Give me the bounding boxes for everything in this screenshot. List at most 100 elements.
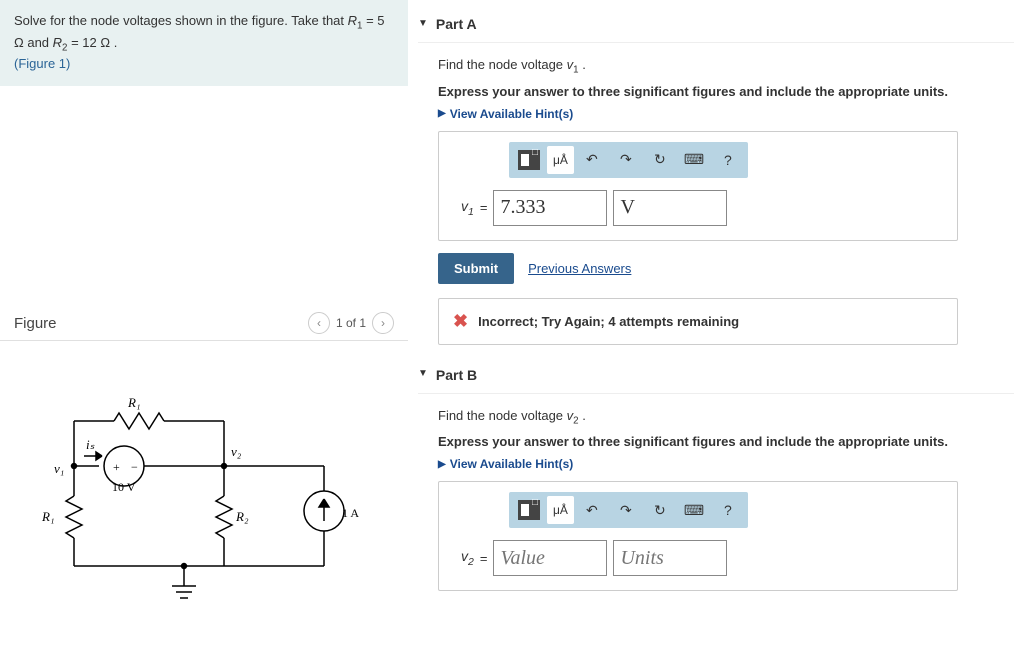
part-b-block: ▼ Part B Find the node voltage v2 . Expr… xyxy=(418,361,1014,592)
keyboard-button[interactable]: ⌨ xyxy=(678,146,710,174)
units-button[interactable]: μÅ xyxy=(547,146,574,174)
undo-button[interactable]: ↶ xyxy=(576,496,608,524)
keyboard-button[interactable]: ⌨ xyxy=(678,496,710,524)
expand-icon: ▶ xyxy=(438,459,446,470)
r2-value: = 12 Ω xyxy=(67,35,110,50)
figure-title: Figure xyxy=(14,315,57,332)
part-a-header[interactable]: ▼ Part A xyxy=(418,10,1014,43)
part-a-hints-link[interactable]: ▶ View Available Hint(s) xyxy=(438,107,1014,121)
part-a-instruction: Express your answer to three significant… xyxy=(438,84,1014,99)
equals-sign: = xyxy=(480,551,488,566)
ans-var-letter: v xyxy=(461,198,468,214)
hints-label: View Available Hint(s) xyxy=(450,457,574,471)
label-is: iₛ xyxy=(86,437,95,452)
previous-answers-link[interactable]: Previous Answers xyxy=(528,261,631,276)
units-input[interactable] xyxy=(613,540,727,576)
prompt-post: . xyxy=(579,408,586,423)
template-icon xyxy=(518,150,540,170)
units-input[interactable] xyxy=(613,190,727,226)
plus-sign: + xyxy=(113,460,120,474)
figure-pager: ‹ 1 of 1 › xyxy=(308,312,394,334)
part-b-body: Find the node voltage v2 . Express your … xyxy=(418,408,1014,592)
help-icon: ? xyxy=(724,152,732,168)
equals-sign: = xyxy=(480,200,488,215)
label-10v: 10 V xyxy=(112,480,136,494)
feedback-text: Incorrect; Try Again; 4 attempts remaini… xyxy=(478,314,739,329)
part-b-hints-link[interactable]: ▶ View Available Hint(s) xyxy=(438,457,1014,471)
r1-symbol: R xyxy=(348,13,357,28)
ans-var-letter: v xyxy=(461,548,468,564)
figure-header: Figure ‹ 1 of 1 › xyxy=(0,306,408,341)
ans-var: v1 xyxy=(461,198,474,218)
problem-statement: Solve for the node voltages shown in the… xyxy=(0,0,408,86)
collapse-icon: ▼ xyxy=(418,368,428,379)
undo-icon: ↶ xyxy=(586,151,598,168)
period: . xyxy=(110,35,117,50)
reset-button[interactable]: ↻ xyxy=(644,496,676,524)
and-text: and xyxy=(27,35,52,50)
part-a-prompt: Find the node voltage v1 . xyxy=(438,57,1014,76)
collapse-icon: ▼ xyxy=(418,18,428,29)
help-button[interactable]: ? xyxy=(712,496,744,524)
part-b-toolbar: μÅ ↶ ↷ ↻ ⌨ ? xyxy=(509,492,748,528)
ans-var-sub: 2 xyxy=(468,556,474,568)
label-v1: v₁ xyxy=(54,461,64,476)
r2-symbol: R xyxy=(53,35,62,50)
incorrect-icon: ✖ xyxy=(453,311,468,332)
prompt-post: . xyxy=(579,57,586,72)
hints-label: View Available Hint(s) xyxy=(450,107,574,121)
part-a-toolbar: μÅ ↶ ↷ ↻ ⌨ ? xyxy=(509,142,748,178)
redo-button[interactable]: ↷ xyxy=(610,146,642,174)
label-r2: R₂ xyxy=(235,509,249,524)
part-a-answer-row: v1 = xyxy=(461,190,945,226)
help-icon: ? xyxy=(724,502,732,518)
prompt-pre: Find the node voltage xyxy=(438,57,567,72)
units-button[interactable]: μÅ xyxy=(547,496,574,524)
part-a-submit-row: Submit Previous Answers xyxy=(438,253,1014,284)
part-b-prompt: Find the node voltage v2 . xyxy=(438,408,1014,427)
problem-text-pre: Solve for the node voltages shown in the… xyxy=(14,13,348,28)
part-b-header[interactable]: ▼ Part B xyxy=(418,361,1014,394)
units-label: μÅ xyxy=(553,503,568,517)
refresh-icon: ↻ xyxy=(654,502,666,519)
units-label: μÅ xyxy=(553,153,568,167)
submit-button[interactable]: Submit xyxy=(438,253,514,284)
expand-icon: ▶ xyxy=(438,108,446,119)
template-button[interactable] xyxy=(513,146,545,174)
help-button[interactable]: ? xyxy=(712,146,744,174)
label-r1-top: R₁ xyxy=(127,395,140,410)
undo-icon: ↶ xyxy=(586,502,598,519)
ans-var-sub: 1 xyxy=(468,205,474,217)
prev-figure-button[interactable]: ‹ xyxy=(308,312,330,334)
part-a-feedback: ✖ Incorrect; Try Again; 4 attempts remai… xyxy=(438,298,958,345)
minus-sign: − xyxy=(131,460,138,474)
label-v2: v₂ xyxy=(231,444,242,459)
part-b-answer-box: μÅ ↶ ↷ ↻ ⌨ ? v2 = xyxy=(438,481,958,591)
redo-button[interactable]: ↷ xyxy=(610,496,642,524)
keyboard-icon: ⌨ xyxy=(684,502,704,519)
template-icon xyxy=(518,500,540,520)
next-figure-button[interactable]: › xyxy=(372,312,394,334)
part-a-answer-box: μÅ ↶ ↷ ↻ ⌨ ? v1 = xyxy=(438,131,958,241)
reset-button[interactable]: ↻ xyxy=(644,146,676,174)
label-r1-left: R₁ xyxy=(41,509,54,524)
figure-link[interactable]: (Figure 1) xyxy=(14,56,70,71)
redo-icon: ↷ xyxy=(620,151,632,168)
part-b-answer-row: v2 = xyxy=(461,540,945,576)
right-column: ▼ Part A Find the node voltage v1 . Expr… xyxy=(408,0,1024,670)
circuit-diagram: R₁ R₁ R₂ v₁ v₂ iₛ 10 V 1 A + − xyxy=(24,391,384,621)
ans-var: v2 xyxy=(461,548,474,568)
template-button[interactable] xyxy=(513,496,545,524)
part-b-title: Part B xyxy=(436,367,477,383)
prompt-pre: Find the node voltage xyxy=(438,408,567,423)
value-input[interactable] xyxy=(493,190,607,226)
part-b-instruction: Express your answer to three significant… xyxy=(438,434,1014,449)
value-input[interactable] xyxy=(493,540,607,576)
undo-button[interactable]: ↶ xyxy=(576,146,608,174)
redo-icon: ↷ xyxy=(620,502,632,519)
keyboard-icon: ⌨ xyxy=(684,151,704,168)
left-column: Solve for the node voltages shown in the… xyxy=(0,0,408,670)
part-a-block: ▼ Part A Find the node voltage v1 . Expr… xyxy=(418,10,1014,345)
figure-body: R₁ R₁ R₂ v₁ v₂ iₛ 10 V 1 A + − xyxy=(0,341,408,670)
refresh-icon: ↻ xyxy=(654,151,666,168)
